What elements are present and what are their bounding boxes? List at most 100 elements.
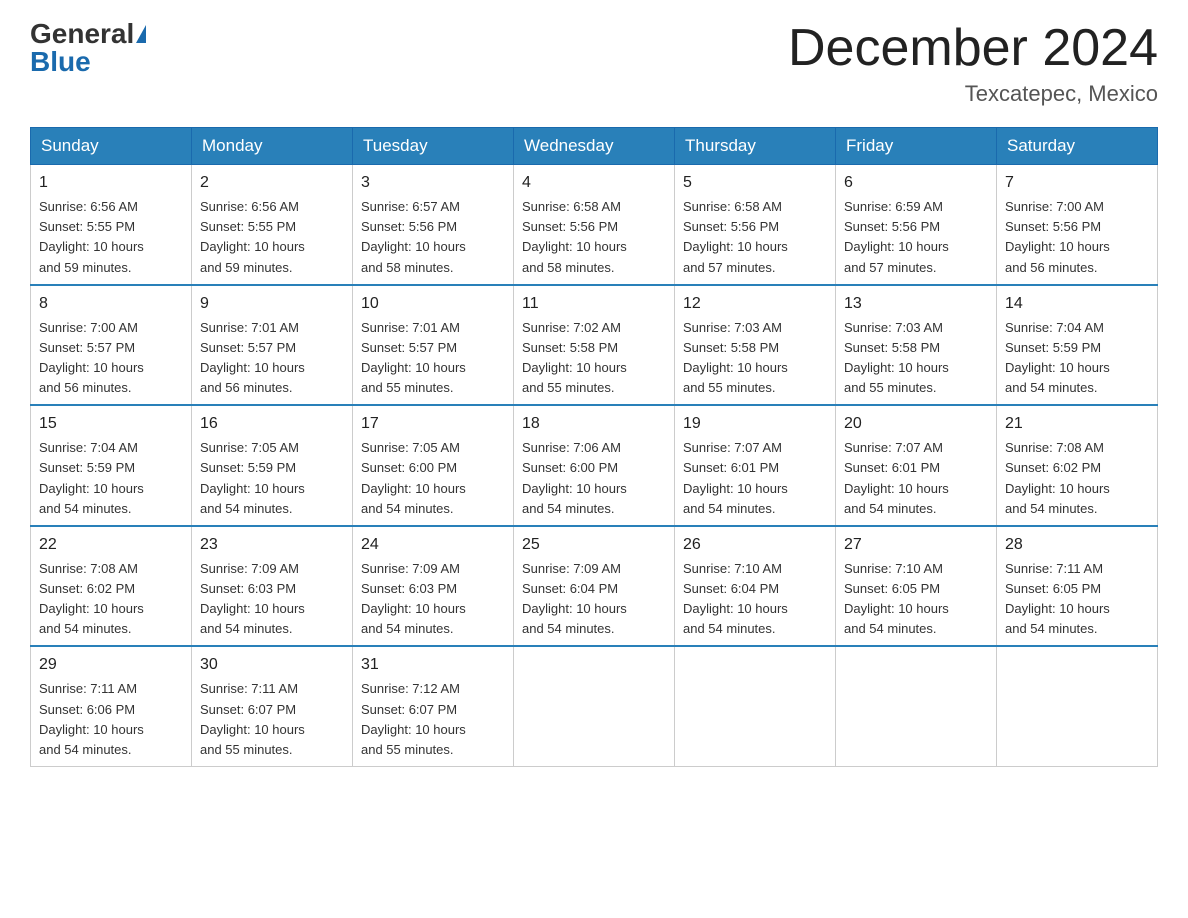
calendar-cell: 13Sunrise: 7:03 AMSunset: 5:58 PMDayligh… <box>836 285 997 406</box>
calendar-cell: 12Sunrise: 7:03 AMSunset: 5:58 PMDayligh… <box>675 285 836 406</box>
day-number: 3 <box>361 171 505 195</box>
day-info: Sunrise: 7:01 AMSunset: 5:57 PMDaylight:… <box>361 318 505 399</box>
day-number: 10 <box>361 292 505 316</box>
calendar-cell: 21Sunrise: 7:08 AMSunset: 6:02 PMDayligh… <box>997 405 1158 526</box>
month-title: December 2024 <box>788 20 1158 77</box>
day-info: Sunrise: 6:56 AMSunset: 5:55 PMDaylight:… <box>200 197 344 278</box>
calendar-cell: 9Sunrise: 7:01 AMSunset: 5:57 PMDaylight… <box>192 285 353 406</box>
day-number: 16 <box>200 412 344 436</box>
calendar-cell <box>997 646 1158 766</box>
calendar-cell: 31Sunrise: 7:12 AMSunset: 6:07 PMDayligh… <box>353 646 514 766</box>
calendar-cell: 10Sunrise: 7:01 AMSunset: 5:57 PMDayligh… <box>353 285 514 406</box>
day-number: 29 <box>39 653 183 677</box>
day-number: 15 <box>39 412 183 436</box>
calendar-cell: 5Sunrise: 6:58 AMSunset: 5:56 PMDaylight… <box>675 165 836 285</box>
day-info: Sunrise: 7:11 AMSunset: 6:06 PMDaylight:… <box>39 679 183 760</box>
calendar-cell: 8Sunrise: 7:00 AMSunset: 5:57 PMDaylight… <box>31 285 192 406</box>
day-info: Sunrise: 7:03 AMSunset: 5:58 PMDaylight:… <box>844 318 988 399</box>
calendar-cell: 15Sunrise: 7:04 AMSunset: 5:59 PMDayligh… <box>31 405 192 526</box>
day-number: 1 <box>39 171 183 195</box>
day-info: Sunrise: 7:07 AMSunset: 6:01 PMDaylight:… <box>683 438 827 519</box>
header-tuesday: Tuesday <box>353 128 514 165</box>
calendar-cell: 20Sunrise: 7:07 AMSunset: 6:01 PMDayligh… <box>836 405 997 526</box>
day-info: Sunrise: 7:09 AMSunset: 6:03 PMDaylight:… <box>361 559 505 640</box>
calendar-table: SundayMondayTuesdayWednesdayThursdayFrid… <box>30 127 1158 767</box>
logo-blue-text: Blue <box>30 48 91 76</box>
day-info: Sunrise: 7:01 AMSunset: 5:57 PMDaylight:… <box>200 318 344 399</box>
calendar-cell: 29Sunrise: 7:11 AMSunset: 6:06 PMDayligh… <box>31 646 192 766</box>
day-number: 28 <box>1005 533 1149 557</box>
day-number: 22 <box>39 533 183 557</box>
day-number: 6 <box>844 171 988 195</box>
day-number: 8 <box>39 292 183 316</box>
day-number: 11 <box>522 292 666 316</box>
day-number: 30 <box>200 653 344 677</box>
day-info: Sunrise: 7:02 AMSunset: 5:58 PMDaylight:… <box>522 318 666 399</box>
calendar-week-row: 22Sunrise: 7:08 AMSunset: 6:02 PMDayligh… <box>31 526 1158 647</box>
day-info: Sunrise: 7:09 AMSunset: 6:04 PMDaylight:… <box>522 559 666 640</box>
day-number: 31 <box>361 653 505 677</box>
day-number: 7 <box>1005 171 1149 195</box>
day-number: 4 <box>522 171 666 195</box>
calendar-header-row: SundayMondayTuesdayWednesdayThursdayFrid… <box>31 128 1158 165</box>
calendar-week-row: 8Sunrise: 7:00 AMSunset: 5:57 PMDaylight… <box>31 285 1158 406</box>
logo-general-text: General <box>30 20 134 48</box>
day-number: 25 <box>522 533 666 557</box>
day-info: Sunrise: 7:04 AMSunset: 5:59 PMDaylight:… <box>1005 318 1149 399</box>
calendar-cell <box>514 646 675 766</box>
day-info: Sunrise: 7:12 AMSunset: 6:07 PMDaylight:… <box>361 679 505 760</box>
calendar-cell: 18Sunrise: 7:06 AMSunset: 6:00 PMDayligh… <box>514 405 675 526</box>
header-wednesday: Wednesday <box>514 128 675 165</box>
day-info: Sunrise: 7:06 AMSunset: 6:00 PMDaylight:… <box>522 438 666 519</box>
logo-triangle-icon <box>136 25 146 43</box>
day-info: Sunrise: 7:09 AMSunset: 6:03 PMDaylight:… <box>200 559 344 640</box>
day-number: 23 <box>200 533 344 557</box>
location-title: Texcatepec, Mexico <box>788 81 1158 107</box>
day-info: Sunrise: 7:00 AMSunset: 5:56 PMDaylight:… <box>1005 197 1149 278</box>
logo: General Blue <box>30 20 146 76</box>
calendar-cell: 16Sunrise: 7:05 AMSunset: 5:59 PMDayligh… <box>192 405 353 526</box>
header-monday: Monday <box>192 128 353 165</box>
calendar-cell: 23Sunrise: 7:09 AMSunset: 6:03 PMDayligh… <box>192 526 353 647</box>
day-info: Sunrise: 7:07 AMSunset: 6:01 PMDaylight:… <box>844 438 988 519</box>
calendar-cell: 6Sunrise: 6:59 AMSunset: 5:56 PMDaylight… <box>836 165 997 285</box>
calendar-cell: 11Sunrise: 7:02 AMSunset: 5:58 PMDayligh… <box>514 285 675 406</box>
header-sunday: Sunday <box>31 128 192 165</box>
header-thursday: Thursday <box>675 128 836 165</box>
calendar-cell: 24Sunrise: 7:09 AMSunset: 6:03 PMDayligh… <box>353 526 514 647</box>
day-info: Sunrise: 6:59 AMSunset: 5:56 PMDaylight:… <box>844 197 988 278</box>
calendar-cell: 27Sunrise: 7:10 AMSunset: 6:05 PMDayligh… <box>836 526 997 647</box>
day-number: 26 <box>683 533 827 557</box>
day-info: Sunrise: 6:58 AMSunset: 5:56 PMDaylight:… <box>683 197 827 278</box>
day-info: Sunrise: 7:10 AMSunset: 6:05 PMDaylight:… <box>844 559 988 640</box>
day-number: 9 <box>200 292 344 316</box>
calendar-cell: 30Sunrise: 7:11 AMSunset: 6:07 PMDayligh… <box>192 646 353 766</box>
calendar-cell <box>675 646 836 766</box>
day-number: 17 <box>361 412 505 436</box>
calendar-cell: 2Sunrise: 6:56 AMSunset: 5:55 PMDaylight… <box>192 165 353 285</box>
day-info: Sunrise: 7:11 AMSunset: 6:05 PMDaylight:… <box>1005 559 1149 640</box>
calendar-cell: 4Sunrise: 6:58 AMSunset: 5:56 PMDaylight… <box>514 165 675 285</box>
header-friday: Friday <box>836 128 997 165</box>
calendar-cell: 17Sunrise: 7:05 AMSunset: 6:00 PMDayligh… <box>353 405 514 526</box>
day-info: Sunrise: 7:05 AMSunset: 5:59 PMDaylight:… <box>200 438 344 519</box>
calendar-cell: 1Sunrise: 6:56 AMSunset: 5:55 PMDaylight… <box>31 165 192 285</box>
calendar-cell: 22Sunrise: 7:08 AMSunset: 6:02 PMDayligh… <box>31 526 192 647</box>
title-section: December 2024 Texcatepec, Mexico <box>788 20 1158 107</box>
day-number: 13 <box>844 292 988 316</box>
day-info: Sunrise: 7:08 AMSunset: 6:02 PMDaylight:… <box>1005 438 1149 519</box>
day-number: 24 <box>361 533 505 557</box>
day-info: Sunrise: 7:03 AMSunset: 5:58 PMDaylight:… <box>683 318 827 399</box>
day-info: Sunrise: 6:57 AMSunset: 5:56 PMDaylight:… <box>361 197 505 278</box>
calendar-week-row: 15Sunrise: 7:04 AMSunset: 5:59 PMDayligh… <box>31 405 1158 526</box>
day-info: Sunrise: 7:04 AMSunset: 5:59 PMDaylight:… <box>39 438 183 519</box>
day-info: Sunrise: 7:05 AMSunset: 6:00 PMDaylight:… <box>361 438 505 519</box>
day-info: Sunrise: 6:58 AMSunset: 5:56 PMDaylight:… <box>522 197 666 278</box>
calendar-week-row: 1 Sunrise: 6:56 AMSunset: 5:55 PMDaylight… <box>31 165 1158 285</box>
calendar-cell: 25Sunrise: 7:09 AMSunset: 6:04 PMDayligh… <box>514 526 675 647</box>
day-number: 20 <box>844 412 988 436</box>
day-number: 5 <box>683 171 827 195</box>
day-number: 18 <box>522 412 666 436</box>
header-saturday: Saturday <box>997 128 1158 165</box>
day-info: Sunrise: 7:08 AMSunset: 6:02 PMDaylight:… <box>39 559 183 640</box>
